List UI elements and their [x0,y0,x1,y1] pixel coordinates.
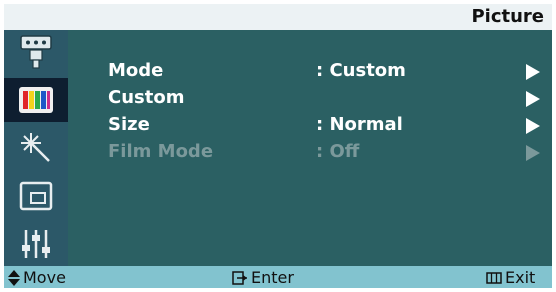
menu-row-value: : Normal [316,114,403,135]
menu-row-label: Film Mode [108,141,214,162]
sidebar [4,30,68,266]
picture-color-bars-icon [18,86,54,114]
move-hint: Move [8,268,66,287]
up-down-arrow-icon [8,269,20,286]
menu-icon [486,271,502,284]
sidebar-item-input[interactable] [4,30,68,74]
pip-window-icon [19,181,53,211]
arrow-right-icon [526,91,540,107]
status-bar: Move Enter Exit [4,266,552,288]
menu-row-label: Mode [108,60,164,81]
arrow-right-icon [526,118,540,134]
exit-label: Exit [505,268,536,287]
magic-wand-icon [19,131,53,165]
input-source-icon [19,34,53,70]
menu-row-size[interactable]: Size : Normal [108,112,544,138]
menu-title: Picture [471,6,544,27]
sidebar-item-picture[interactable] [4,78,68,122]
sidebar-item-setup[interactable] [4,222,68,266]
arrow-right-icon [526,64,540,80]
settings-sliders-icon [19,227,53,261]
menu-content: Mode : Custom Custom Size : Normal Film … [68,30,552,266]
enter-label: Enter [251,268,294,287]
enter-icon [232,270,248,285]
menu-row-value: : Custom [316,60,406,81]
osd-menu: Picture Mode: Custom Custom Size: Norm… [4,4,552,288]
menu-row-film-mode: Film Mode : Off [108,139,544,165]
title-bar: Picture [4,4,552,30]
enter-hint: Enter [232,268,294,287]
move-label: Move [23,268,66,287]
exit-hint: Exit [486,268,535,287]
menu-row-value: : Off [316,141,360,162]
arrow-right-icon [526,145,540,161]
menu-row-label: Size [108,114,150,135]
menu-row-label: Custom [108,87,185,108]
sidebar-item-effects[interactable] [4,126,68,170]
menu-row-custom[interactable]: Custom [108,85,544,111]
menu-row-mode[interactable]: Mode : Custom [108,58,544,84]
sidebar-item-pip[interactable] [4,174,68,218]
